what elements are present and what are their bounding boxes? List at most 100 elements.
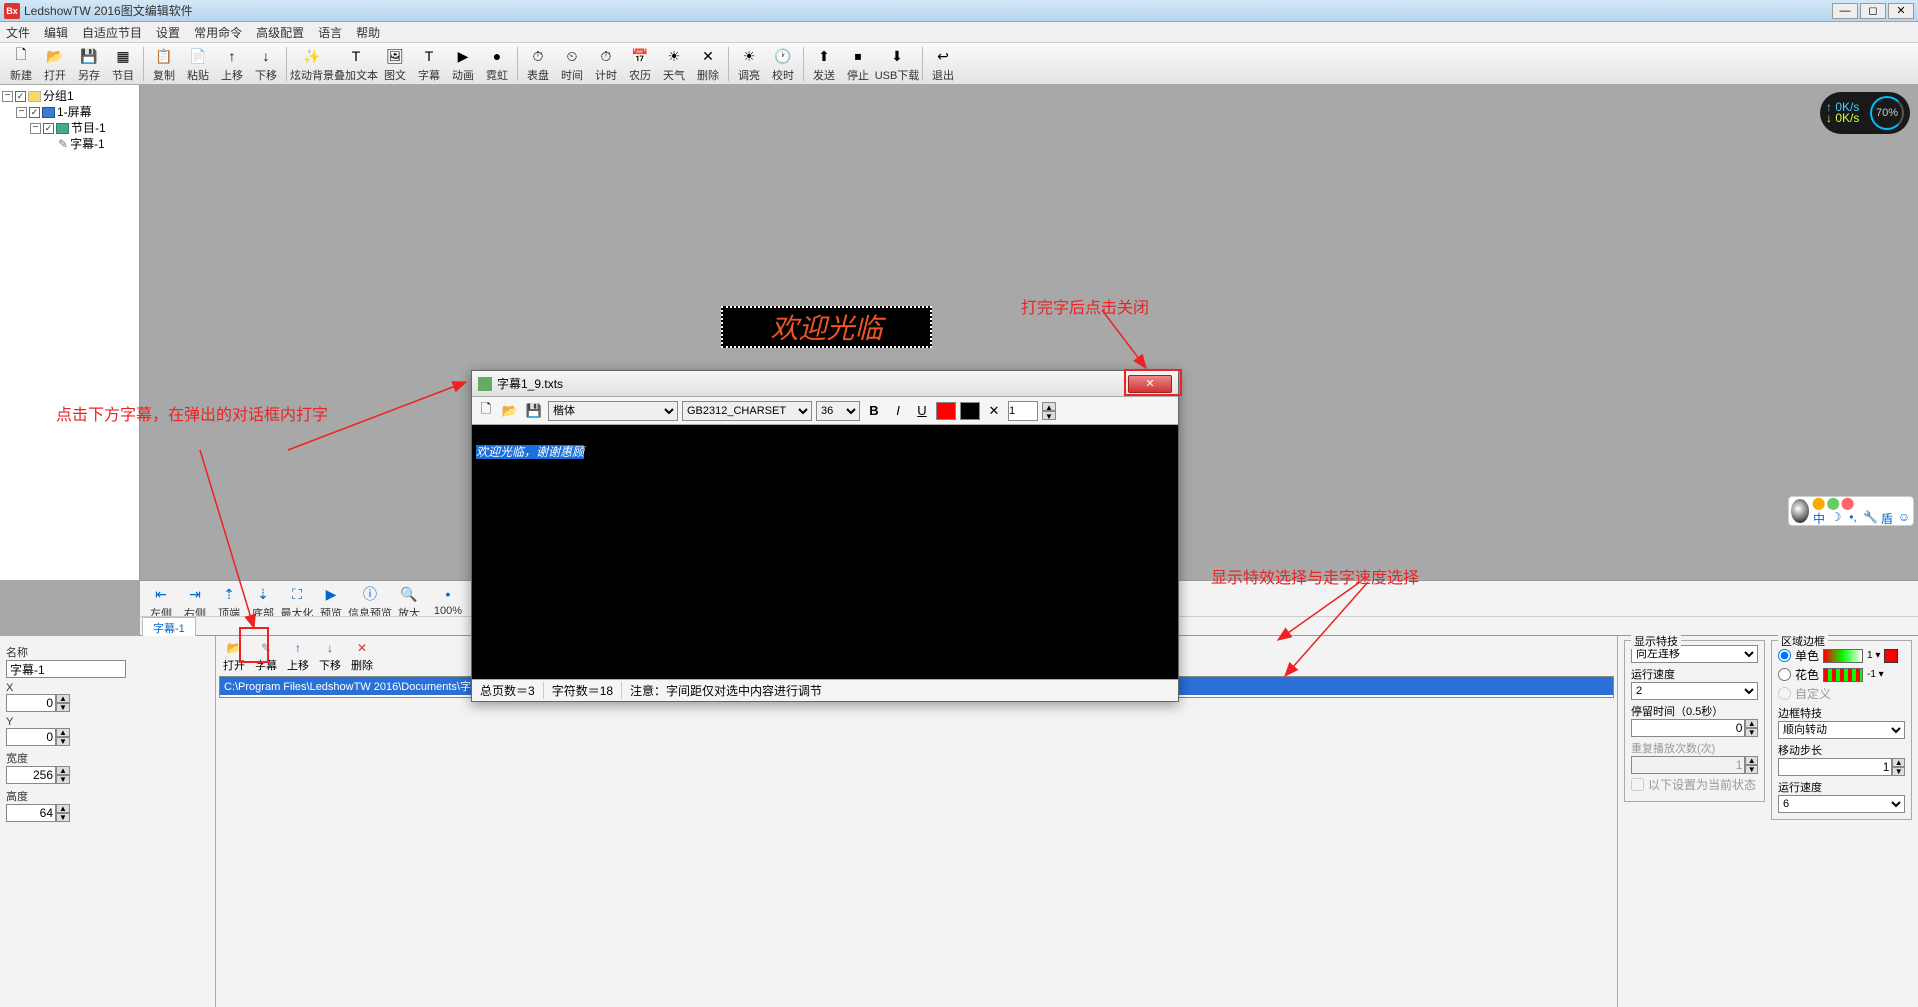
- speed-select[interactable]: 2: [1631, 682, 1758, 700]
- menubar: 文件 编辑 自适应节目 设置 常用命令 高级配置 语言 帮助: [0, 22, 1918, 43]
- font-select[interactable]: 楷体: [548, 401, 678, 421]
- annotation-2: 打完字后点击关闭: [1021, 294, 1149, 318]
- menu-advanced[interactable]: 高级配置: [256, 24, 304, 41]
- tool-节目[interactable]: ▦节目: [106, 45, 140, 83]
- subtitle-editor-dialog: 字幕1_9.txts ✕ 🗋 📂 💾 楷体 GB2312_CHARSET 36 …: [471, 370, 1179, 702]
- charset-select[interactable]: GB2312_CHARSET: [682, 401, 812, 421]
- tool-打开[interactable]: 📂打开: [38, 45, 72, 83]
- menu-file[interactable]: 文件: [6, 24, 30, 41]
- app-icon: Bx: [4, 3, 20, 19]
- border-flower-radio[interactable]: [1778, 668, 1791, 681]
- repeat-input: [1631, 756, 1745, 774]
- menu-settings[interactable]: 设置: [156, 24, 180, 41]
- tree-group[interactable]: 分组1: [43, 88, 74, 104]
- open-icon[interactable]: 📂: [500, 401, 520, 421]
- border-single-radio[interactable]: [1778, 649, 1791, 662]
- menu-common[interactable]: 常用命令: [194, 24, 242, 41]
- app-title: LedshowTW 2016图文编辑软件: [24, 2, 193, 19]
- w-input[interactable]: [6, 766, 56, 784]
- tool-字幕[interactable]: T字幕: [412, 45, 446, 83]
- tree-program[interactable]: 节目-1: [71, 120, 106, 136]
- y-label: Y: [6, 716, 209, 728]
- w-label: 宽度: [6, 750, 209, 766]
- fg-color-swatch[interactable]: [936, 402, 956, 420]
- main-toolbar: 🗋新建📂打开💾另存▦节目📋复制📄粘贴↑上移↓下移✨炫动背景T叠加文本🖼图文T字幕…: [0, 43, 1918, 85]
- viewtool-100%[interactable]: •100%: [426, 583, 470, 617]
- effects-panel: 显示特技 向左连移 运行速度 2 停留时间（0.5秒） ▲▼ 重复播放次数(次)…: [1618, 636, 1918, 1007]
- new-icon[interactable]: 🗋: [476, 401, 496, 421]
- border-effect-select[interactable]: 顺向转动: [1778, 721, 1905, 739]
- menu-help[interactable]: 帮助: [356, 24, 380, 41]
- tool-复制[interactable]: 📋复制: [147, 45, 181, 83]
- tool-动画[interactable]: ▶动画: [446, 45, 480, 83]
- tool-删除[interactable]: ✕删除: [691, 45, 725, 83]
- properties-panel: 名称 X ▲▼ Y ▲▼ 宽度 ▲▼ 高度 ▲▼: [0, 636, 216, 1007]
- network-widget: ↑ 0K/s↓ 0K/s 70%: [1820, 92, 1910, 134]
- subtitle-button[interactable]: ✎字幕: [251, 639, 281, 673]
- maximize-button[interactable]: ◻: [1860, 3, 1886, 19]
- spacing-icon[interactable]: ✕: [984, 401, 1004, 421]
- open-file-button[interactable]: 📂打开: [219, 639, 249, 673]
- tool-USB下载[interactable]: ⬇USB下载: [875, 45, 919, 83]
- tool-叠加文本[interactable]: T叠加文本: [334, 45, 378, 83]
- tool-天气[interactable]: ☀天气: [657, 45, 691, 83]
- size-select[interactable]: 36: [816, 401, 860, 421]
- underline-button[interactable]: U: [912, 401, 932, 421]
- tree-subtitle[interactable]: 字幕-1: [70, 136, 105, 152]
- spacing-input[interactable]: [1008, 401, 1038, 421]
- y-input[interactable]: [6, 728, 56, 746]
- tool-图文[interactable]: 🖼图文: [378, 45, 412, 83]
- h-label: 高度: [6, 788, 209, 804]
- annotation-1: 点击下方字幕，在弹出的对话框内打字: [56, 405, 356, 427]
- tool-新建[interactable]: 🗋新建: [4, 45, 38, 83]
- tool-退出[interactable]: ↩退出: [926, 45, 960, 83]
- close-button[interactable]: ✕: [1888, 3, 1914, 19]
- tool-时间[interactable]: ⏲时间: [555, 45, 589, 83]
- tab-subtitle[interactable]: 字幕-1: [142, 617, 196, 638]
- step-input[interactable]: [1778, 758, 1892, 776]
- stay-input[interactable]: [1631, 719, 1745, 737]
- dialog-icon: [478, 377, 492, 391]
- menu-edit[interactable]: 编辑: [44, 24, 68, 41]
- tool-调亮[interactable]: ☀调亮: [732, 45, 766, 83]
- cpu-pct: 70%: [1870, 96, 1904, 130]
- tool-霓虹[interactable]: ●霓虹: [480, 45, 514, 83]
- dialog-close-button[interactable]: ✕: [1128, 375, 1172, 393]
- bold-button[interactable]: B: [864, 401, 884, 421]
- tree-screen[interactable]: 1-屏幕: [57, 104, 92, 120]
- h-input[interactable]: [6, 804, 56, 822]
- led-preview[interactable]: 欢迎光临: [721, 306, 932, 348]
- menu-autofit[interactable]: 自适应节目: [82, 24, 142, 41]
- x-input[interactable]: [6, 694, 56, 712]
- editor-toolbar: 🗋 📂 💾 楷体 GB2312_CHARSET 36 B I U ✕ ▲▼: [472, 397, 1178, 425]
- tool-下移[interactable]: ↓下移: [249, 45, 283, 83]
- tool-发送[interactable]: ⬆发送: [807, 45, 841, 83]
- dialog-title: 字幕1_9.txts: [497, 375, 563, 392]
- italic-button[interactable]: I: [888, 401, 908, 421]
- bg-color-swatch[interactable]: [960, 402, 980, 420]
- minimize-button[interactable]: —: [1832, 3, 1858, 19]
- save-icon[interactable]: 💾: [524, 401, 544, 421]
- delete-button[interactable]: ✕删除: [347, 639, 377, 673]
- name-label: 名称: [6, 644, 209, 660]
- project-tree[interactable]: −✓分组1 −✓1-屏幕 −✓节目-1 ✎字幕-1: [0, 85, 140, 580]
- titlebar: Bx LedshowTW 2016图文编辑软件 — ◻ ✕: [0, 0, 1918, 22]
- tool-校时[interactable]: 🕐校时: [766, 45, 800, 83]
- tool-停止[interactable]: ⏹停止: [841, 45, 875, 83]
- annotation-3: 显示特效选择与走字速度选择: [1211, 564, 1419, 588]
- name-input[interactable]: [6, 660, 126, 678]
- tool-粘贴[interactable]: 📄粘贴: [181, 45, 215, 83]
- text-edit-area[interactable]: 欢迎光临，谢谢惠顾: [472, 425, 1178, 679]
- tool-另存[interactable]: 💾另存: [72, 45, 106, 83]
- tool-计时[interactable]: ⏱计时: [589, 45, 623, 83]
- editor-statusbar: 总页数＝3 字符数＝18 注意：字间距仅对选中内容进行调节: [472, 679, 1178, 701]
- menu-language[interactable]: 语言: [318, 24, 342, 41]
- moveup-button[interactable]: ↑上移: [283, 639, 313, 673]
- tool-上移[interactable]: ↑上移: [215, 45, 249, 83]
- qq-widget[interactable]: ⬤⬤⬤ 中☽•,🔧盾☺: [1788, 496, 1914, 526]
- tool-表盘[interactable]: ⏱表盘: [521, 45, 555, 83]
- border-speed-select[interactable]: 6: [1778, 795, 1905, 813]
- movedown-button[interactable]: ↓下移: [315, 639, 345, 673]
- tool-农历[interactable]: 📅农历: [623, 45, 657, 83]
- tool-炫动背景[interactable]: ✨炫动背景: [290, 45, 334, 83]
